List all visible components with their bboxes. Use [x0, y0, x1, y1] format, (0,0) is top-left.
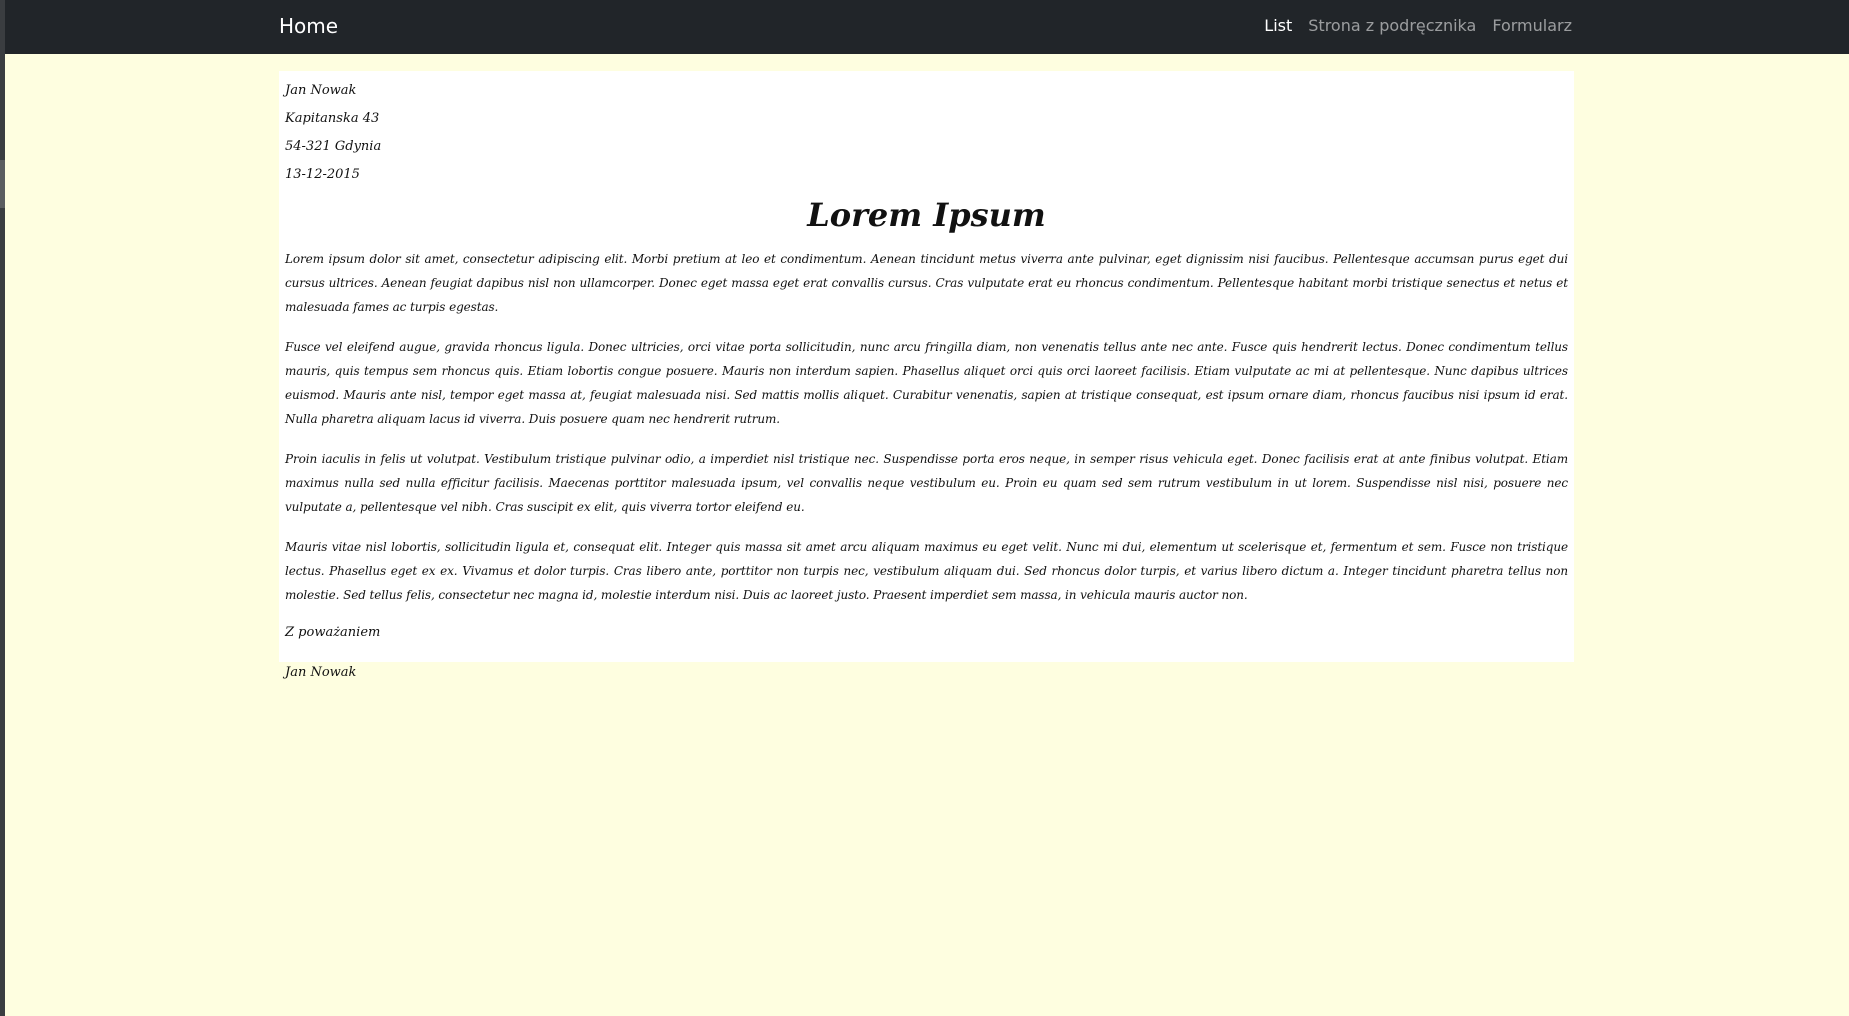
letter-closing: Z poważaniem	[285, 625, 381, 640]
letter-paragraph: Proin iaculis in felis ut volutpat. Vest…	[285, 452, 1568, 514]
window-left-edge	[0, 0, 5, 1016]
letter-signature: Jan Nowak	[285, 665, 357, 680]
letter-paragraph: Fusce vel eleifend augue, gravida rhoncu…	[285, 340, 1568, 426]
letter-paragraph: Mauris vitae nisl lobortis, sollicitudin…	[285, 540, 1568, 602]
top-navbar: Home List Strona z podręcznika Formularz	[5, 0, 1849, 54]
sender-name: Jan Nowak	[285, 83, 357, 98]
sender-street: Kapitanska 43	[285, 111, 380, 126]
nav-link-list[interactable]: List	[1264, 16, 1292, 35]
letter-title: Lorem Ipsum	[807, 196, 1046, 234]
letter-date: 13-12-2015	[285, 167, 360, 182]
letter-paragraph: Lorem ipsum dolor sit amet, consectetur …	[285, 252, 1568, 314]
window-edge-marker	[0, 160, 5, 208]
nav-link-strona-z-podrecznika[interactable]: Strona z podręcznika	[1308, 16, 1476, 35]
letter-content: Jan Nowak Kapitanska 43 54-321 Gdynia 13…	[279, 71, 1574, 680]
navbar-brand-home[interactable]: Home	[279, 14, 338, 38]
nav-link-formularz[interactable]: Formularz	[1492, 16, 1572, 35]
navbar-links: List Strona z podręcznika Formularz	[1264, 16, 1572, 35]
sender-city: 54-321 Gdynia	[285, 139, 382, 154]
